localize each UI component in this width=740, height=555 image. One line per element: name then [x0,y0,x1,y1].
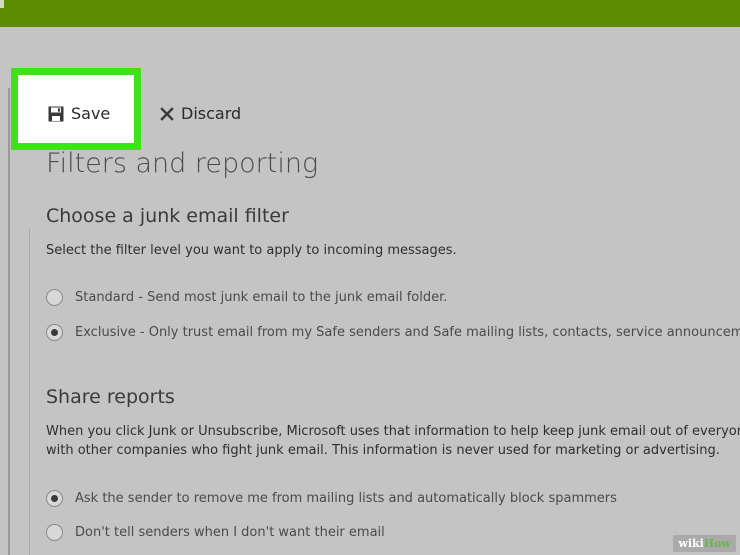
watermark-logo: wikiHow [673,535,736,552]
radio-dont-tell[interactable]: Don't tell senders when I don't want the… [46,524,385,541]
radio-label: Ask the sender to remove me from mailing… [75,491,617,506]
left-divider-inner [29,228,30,555]
radio-label: Standard - Send most junk email to the j… [75,290,448,305]
discard-button[interactable]: Discard [160,104,241,123]
radio-ask-sender[interactable]: Ask the sender to remove me from mailing… [46,490,617,507]
save-disk-icon [48,106,64,122]
junk-filter-description: Select the filter level you want to appl… [46,243,457,258]
radio-selected-dot [51,495,58,502]
watermark-how: How [703,537,731,550]
share-reports-description-line2: with other companies who fight junk emai… [46,443,720,458]
share-reports-heading: Share reports [46,386,175,408]
discard-label: Discard [181,104,242,123]
save-label: Save [71,104,111,123]
watermark-wiki: wiki [678,537,704,550]
radio-standard[interactable]: Standard - Send most junk email to the j… [46,289,447,306]
radio-label: Exclusive - Only trust email from my Saf… [75,325,740,340]
page-title: Filters and reporting [46,148,319,179]
top-bar [0,0,740,27]
share-reports-description-line1: When you click Junk or Unsubscribe, Micr… [46,424,740,439]
radio-button-selected[interactable] [46,324,63,341]
top-bar-cap [0,0,4,8]
close-x-icon [160,106,174,121]
radio-button[interactable] [46,524,63,541]
radio-exclusive[interactable]: Exclusive - Only trust email from my Saf… [46,324,740,341]
radio-button-selected[interactable] [46,490,63,507]
save-button[interactable]: Save [48,104,110,123]
radio-button[interactable] [46,289,63,306]
junk-filter-heading: Choose a junk email filter [46,205,289,227]
radio-label: Don't tell senders when I don't want the… [75,525,385,540]
left-divider [8,88,10,555]
radio-selected-dot [51,329,58,336]
